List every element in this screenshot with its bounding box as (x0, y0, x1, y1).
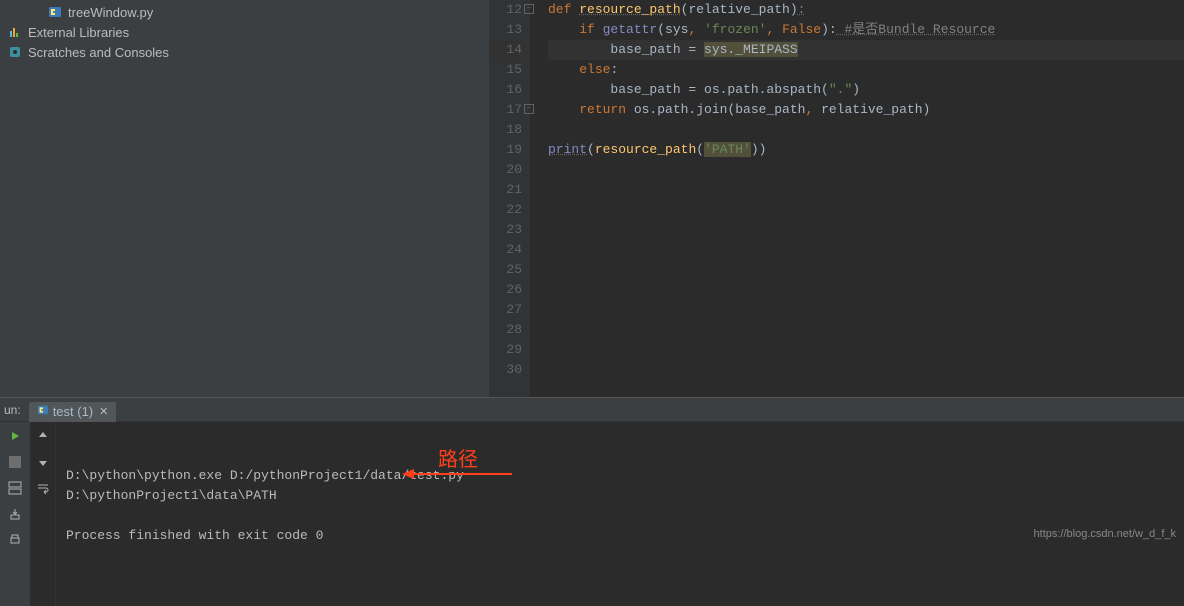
down-icon[interactable] (33, 452, 53, 472)
python-file-icon (37, 404, 49, 419)
run-tab[interactable]: test (1) ✕ (29, 402, 117, 422)
run-header: un: test (1) ✕ (0, 398, 1184, 422)
run-tab-label: test (1) (53, 404, 93, 419)
run-toolbar (0, 422, 30, 606)
annotation-label: 路径 (438, 450, 478, 470)
print-icon[interactable] (5, 530, 25, 550)
close-icon[interactable]: ✕ (99, 405, 108, 418)
watermark: https://blog.csdn.net/w_d_f_k (1034, 528, 1176, 540)
tree-item-label: Scratches and Consoles (28, 45, 169, 60)
project-tree[interactable]: treeWindow.py External Libraries Scratch… (0, 0, 490, 397)
rerun-icon[interactable] (5, 426, 25, 446)
editor-code-area[interactable]: def resource_path(relative_path): if get… (530, 0, 1184, 397)
console-output[interactable]: D:\python\python.exe D:/pythonProject1/d… (56, 422, 1184, 606)
up-icon[interactable] (33, 426, 53, 446)
library-icon (8, 25, 22, 39)
python-file-icon (48, 5, 62, 19)
tree-item-file[interactable]: treeWindow.py (0, 2, 489, 22)
run-sub-toolbar (30, 422, 56, 606)
layout-icon[interactable] (5, 478, 25, 498)
tree-item-scratches[interactable]: Scratches and Consoles (0, 42, 489, 62)
run-panel: un: test (1) ✕ D (0, 397, 1184, 546)
stop-icon[interactable] (5, 452, 25, 472)
tree-item-label: treeWindow.py (68, 5, 153, 20)
editor-gutter: 12−1314151617−18192021222324252627282930 (490, 0, 530, 397)
code-editor[interactable]: 12−1314151617−18192021222324252627282930… (490, 0, 1184, 397)
annotation-arrow (324, 446, 512, 509)
scratch-icon (8, 45, 22, 59)
tree-item-label: External Libraries (28, 25, 129, 40)
wrap-icon[interactable] (33, 478, 53, 498)
export-icon[interactable] (5, 504, 25, 524)
run-panel-label: un: (4, 403, 21, 417)
tree-item-libraries[interactable]: External Libraries (0, 22, 489, 42)
